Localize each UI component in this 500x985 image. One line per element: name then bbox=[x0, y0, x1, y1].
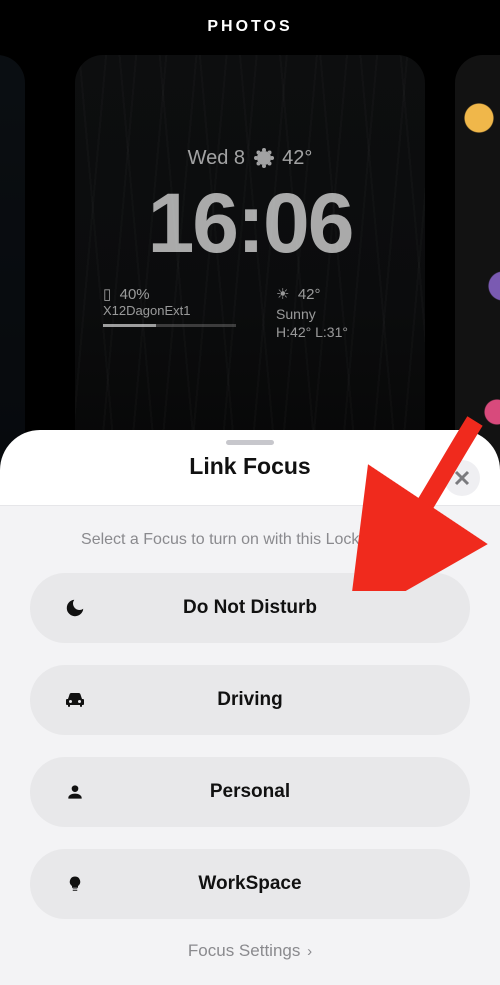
battery-bar bbox=[103, 324, 236, 327]
weather-cond: Sunny bbox=[276, 305, 397, 323]
lockscreen-temp-inline: 42° bbox=[282, 147, 312, 169]
sheet-subtitle: Select a Focus to turn on with this Lock… bbox=[30, 531, 470, 549]
focus-label: Personal bbox=[60, 781, 440, 803]
focus-label: WorkSpace bbox=[60, 873, 440, 895]
weather-widget: ☀︎ 42° Sunny H:42° L:31° bbox=[276, 285, 397, 341]
gallery-label: PHOTOS bbox=[0, 18, 500, 36]
lockscreen-dateline: Wed 8 42° bbox=[75, 147, 425, 170]
network-name: X12DagonExt1 bbox=[103, 303, 236, 318]
lockscreen-card-current[interactable]: Wed 8 42° 16:06 ▯ 40% X12DagonExt1 ☀︎ 42… bbox=[75, 55, 425, 475]
chevron-right-icon: › bbox=[307, 943, 312, 960]
sun-small-icon: ☀︎ bbox=[276, 286, 289, 303]
focus-label: Driving bbox=[60, 689, 440, 711]
close-icon bbox=[454, 470, 470, 486]
sheet-body: Select a Focus to turn on with this Lock… bbox=[0, 505, 500, 985]
lockscreen-day: Wed 8 bbox=[188, 147, 245, 169]
focus-label: Do Not Disturb bbox=[60, 597, 440, 619]
focus-personal[interactable]: Personal bbox=[30, 757, 470, 827]
battery-widget: ▯ 40% X12DagonExt1 bbox=[103, 285, 236, 341]
lockscreen-card-prev[interactable] bbox=[0, 55, 25, 475]
battery-pct: 40% bbox=[120, 286, 150, 303]
phone-icon: ▯ bbox=[103, 286, 111, 303]
lockscreen-widgets: ▯ 40% X12DagonExt1 ☀︎ 42° Sunny H:42° L:… bbox=[75, 285, 425, 341]
link-focus-sheet: Link Focus Select a Focus to turn on wit… bbox=[0, 430, 500, 985]
sheet-title: Link Focus bbox=[0, 453, 500, 480]
focus-workspace[interactable]: WorkSpace bbox=[30, 849, 470, 919]
sun-icon bbox=[257, 151, 271, 165]
sheet-grabber[interactable] bbox=[226, 440, 274, 445]
close-button[interactable] bbox=[444, 460, 480, 496]
settings-label: Focus Settings bbox=[188, 941, 300, 960]
lockscreen-card-next[interactable] bbox=[455, 55, 500, 475]
focus-do-not-disturb[interactable]: Do Not Disturb bbox=[30, 573, 470, 643]
focus-driving[interactable]: Driving bbox=[30, 665, 470, 735]
weather-temp: 42° bbox=[298, 286, 321, 303]
weather-hilo: H:42° L:31° bbox=[276, 323, 397, 341]
lockscreen-clock: 16:06 bbox=[75, 175, 425, 272]
lockscreen-carousel[interactable]: Wed 8 42° 16:06 ▯ 40% X12DagonExt1 ☀︎ 42… bbox=[0, 55, 500, 475]
focus-settings-link[interactable]: Focus Settings › bbox=[30, 941, 470, 961]
